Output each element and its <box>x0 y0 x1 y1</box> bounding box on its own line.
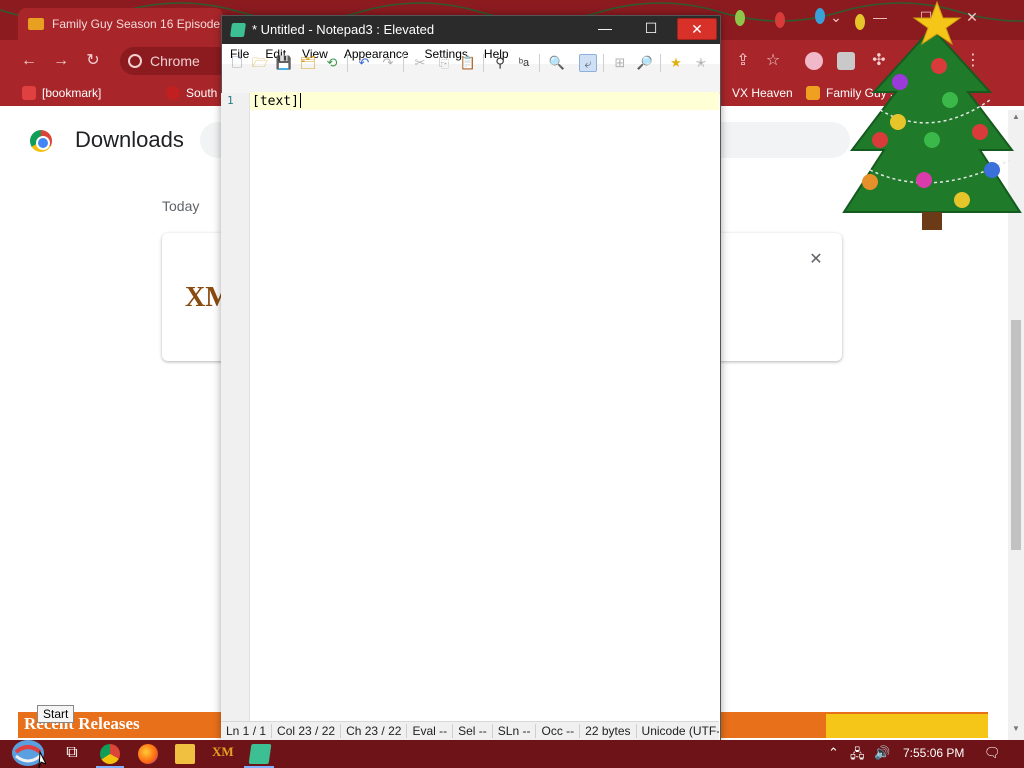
reload-icon[interactable]: ↻ <box>82 50 104 72</box>
notepad3-taskbar-icon[interactable] <box>248 744 272 764</box>
task-view-icon[interactable]: ⧉ <box>62 744 82 764</box>
network-icon[interactable]: 🖧 <box>850 745 865 767</box>
video-favicon-icon <box>28 18 44 30</box>
omnibox-label: Chrome <box>150 53 200 69</box>
forward-icon[interactable]: → <box>50 50 72 72</box>
christmas-tree-decoration <box>842 0 1022 230</box>
scrollbar-thumb[interactable] <box>1011 320 1021 550</box>
downloads-search-field-end[interactable] <box>720 122 850 158</box>
toolbar-separator <box>539 54 540 72</box>
replace-icon[interactable]: ᵇa <box>515 54 533 72</box>
bookmark-favicon-icon <box>22 86 36 100</box>
back-icon[interactable]: ← <box>18 50 40 72</box>
remove-download-button[interactable]: ✕ <box>808 249 824 268</box>
omnibox[interactable]: Chrome <box>120 47 232 75</box>
chrome-site-icon <box>128 54 142 68</box>
chrome-taskbar-icon[interactable] <box>100 744 120 764</box>
notepad3-window: * Untitled - Notepad3 : Elevated — ☐ ✕ F… <box>221 15 721 741</box>
chrome-tab-active[interactable]: Family Guy Season 16 Episode <box>18 8 223 40</box>
bookmark-label: South <box>186 86 218 100</box>
scroll-down-icon[interactable]: ▼ <box>1008 724 1024 736</box>
clock[interactable]: 7:55:06 PM <box>903 746 964 760</box>
yellow-banner <box>826 714 988 738</box>
favorites-icon[interactable]: ★ <box>667 54 685 72</box>
add-favorite-icon[interactable]: ✭ <box>692 54 710 72</box>
bookmark-label: [bookmark] <box>42 86 102 100</box>
paste-icon[interactable]: 📋 <box>459 54 477 72</box>
date-section-heading: Today <box>162 198 200 214</box>
toolbar-separator <box>347 54 348 72</box>
flag-extension-icon[interactable] <box>805 52 823 70</box>
notepad3-app-icon <box>230 23 246 37</box>
tree-icon[interactable]: ⊞ <box>611 54 629 72</box>
maximize-button[interactable]: ☐ <box>631 18 671 40</box>
bookmark-favicon-icon <box>166 86 180 100</box>
word-wrap-icon[interactable]: ⤶ <box>579 54 597 72</box>
firefox-taskbar-icon[interactable] <box>138 744 158 764</box>
volume-icon[interactable]: 🔊 <box>874 745 890 761</box>
xm-app-taskbar-icon[interactable]: XM <box>212 744 234 764</box>
chrome-tab-title: Family Guy Season 16 Episode <box>52 17 221 31</box>
window-title: * Untitled - Notepad3 : Elevated <box>252 22 435 37</box>
toolbar-separator <box>403 54 404 72</box>
star-icon[interactable]: ☆ <box>762 50 784 72</box>
page-title: Downloads <box>75 127 184 152</box>
open-icon[interactable]: 🗁 <box>251 54 269 72</box>
copy-icon[interactable]: ⎘ <box>435 54 453 72</box>
start-button-icon[interactable] <box>10 738 46 768</box>
share-icon[interactable]: ⇪ <box>732 50 754 72</box>
toolbar-separator <box>603 54 604 72</box>
toolbar-separator <box>483 54 484 72</box>
toolbar-separator <box>660 54 661 72</box>
save-as-icon[interactable]: 🗂 <box>299 54 317 72</box>
bookmark-label: VX Heaven <box>732 86 793 100</box>
zoom-icon[interactable]: 🔍 <box>548 54 566 72</box>
zoom-in-icon[interactable]: 🔎 <box>636 54 654 72</box>
show-hidden-icons-icon[interactable]: ⌃ <box>828 745 839 761</box>
action-center-icon[interactable]: 🗨 <box>984 745 1001 761</box>
bookmark-item[interactable]: VX Heaven <box>732 84 793 102</box>
revert-icon[interactable]: ⟲ <box>323 54 341 72</box>
menu-appearance[interactable]: Appearance <box>344 47 409 61</box>
undo-icon[interactable]: ↶ <box>355 54 373 72</box>
new-icon[interactable]: 🗋 <box>228 54 246 72</box>
minimize-button[interactable]: — <box>585 18 625 40</box>
bookmark-item[interactable]: South <box>166 84 217 102</box>
start-tooltip: Start <box>37 705 75 723</box>
chrome-logo-icon <box>30 130 52 152</box>
bookmark-item[interactable]: [bookmark] <box>22 84 101 102</box>
bookmark-favicon-icon <box>806 86 820 100</box>
notepad-titlebar[interactable]: * Untitled - Notepad3 : Elevated — ☐ ✕ <box>222 16 720 44</box>
save-icon[interactable]: 💾 <box>275 54 293 72</box>
redo-icon[interactable]: ↷ <box>379 54 397 72</box>
cut-icon[interactable]: ✂ <box>411 54 429 72</box>
file-explorer-icon[interactable] <box>175 744 195 764</box>
find-icon[interactable]: ⚲ <box>491 54 509 72</box>
close-button[interactable]: ✕ <box>677 18 717 40</box>
